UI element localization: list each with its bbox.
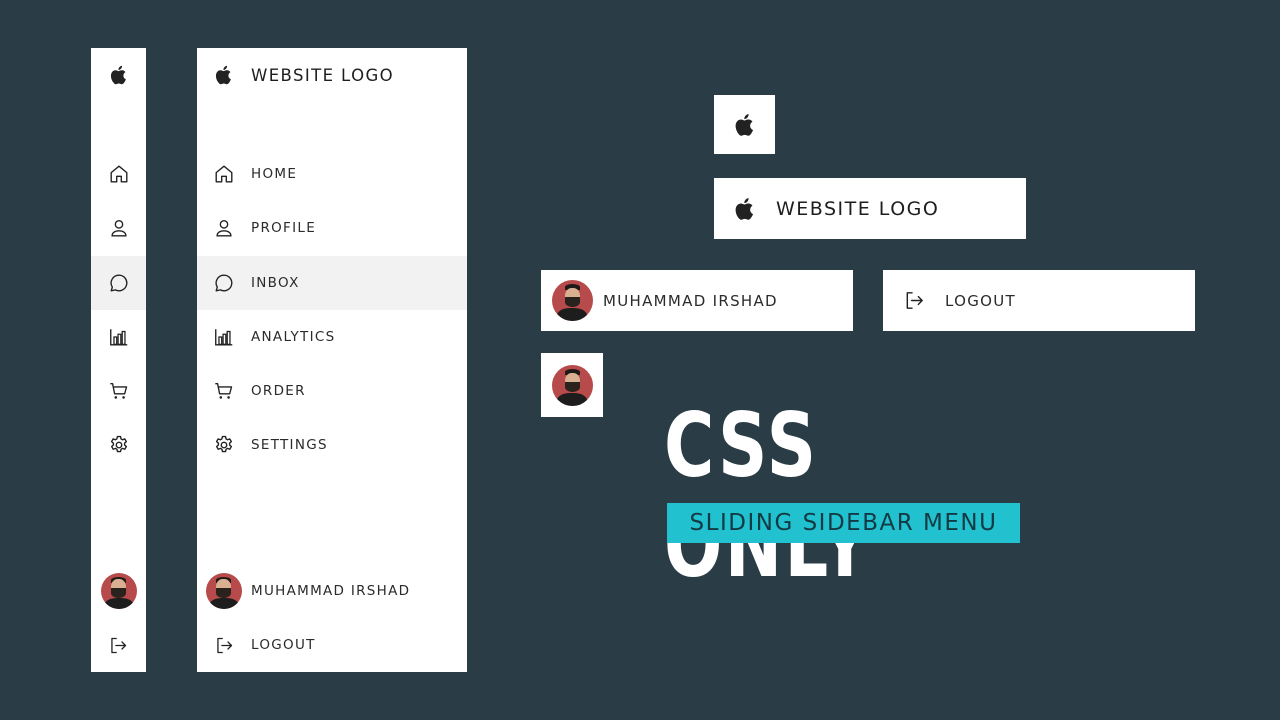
logout-icon [197,618,251,672]
cart-icon [197,364,251,418]
user-name: MUHAMMAD IRSHAD [251,583,411,599]
avatar [197,564,251,618]
cart-icon[interactable] [91,364,146,418]
logo-text: WEBSITE LOGO [776,197,940,220]
chat-icon[interactable] [91,256,146,310]
gear-icon[interactable] [91,418,146,472]
avatar[interactable] [91,564,146,618]
user-card[interactable]: MUHAMMAD IRSHAD [541,270,853,331]
chat-icon [197,256,251,310]
logout-card[interactable]: LOGOUT [883,270,1195,331]
logout-label: LOGOUT [945,291,1017,310]
sidebar-logout[interactable]: LOGOUT [197,618,467,672]
apple-logo-icon [714,194,776,224]
headline: CSS ONLY [664,394,872,597]
sidebar-item-home[interactable]: HOME [197,147,467,201]
sidebar-item-label: ORDER [251,383,306,399]
sidebar-item-label: INBOX [251,275,300,291]
sidebar-item-label: ANALYTICS [251,329,336,345]
apple-logo-icon[interactable] [91,48,146,102]
logo-icon-card[interactable] [714,95,775,154]
tagline-badge: SLIDING SIDEBAR MENU [667,503,1020,543]
user-icon [197,201,251,255]
sidebar-item-profile[interactable]: PROFILE [197,201,467,255]
avatar [541,280,603,321]
sidebar-item-inbox[interactable]: INBOX [197,256,467,310]
bar-chart-icon [197,310,251,364]
logout-icon [883,289,945,312]
logout-icon[interactable] [91,618,146,672]
sidebar-item-settings[interactable]: SETTINGS [197,418,467,472]
apple-logo-icon [197,48,251,102]
gear-icon [197,418,251,472]
sidebar-item-label: SETTINGS [251,437,328,453]
home-icon[interactable] [91,147,146,201]
sidebar-item-order[interactable]: ORDER [197,364,467,418]
sidebar-user[interactable]: MUHAMMAD IRSHAD [197,564,467,618]
bar-chart-icon[interactable] [91,310,146,364]
logo-text: WEBSITE LOGO [251,65,395,85]
user-name: MUHAMMAD IRSHAD [603,291,778,310]
expanded-sidebar: WEBSITE LOGO HOME PROFILE INBOX ANALYTIC… [197,48,467,672]
avatar [551,364,593,406]
logout-label: LOGOUT [251,637,316,653]
collapsed-sidebar [91,48,146,672]
avatar-card[interactable] [541,353,603,417]
logo-card[interactable]: WEBSITE LOGO [714,178,1026,239]
user-icon[interactable] [91,201,146,255]
home-icon [197,147,251,201]
sidebar-item-analytics[interactable]: ANALYTICS [197,310,467,364]
sidebar-item-label: HOME [251,166,298,182]
apple-logo-icon [731,110,759,140]
sidebar-logo[interactable]: WEBSITE LOGO [197,48,467,102]
sidebar-item-label: PROFILE [251,220,317,236]
